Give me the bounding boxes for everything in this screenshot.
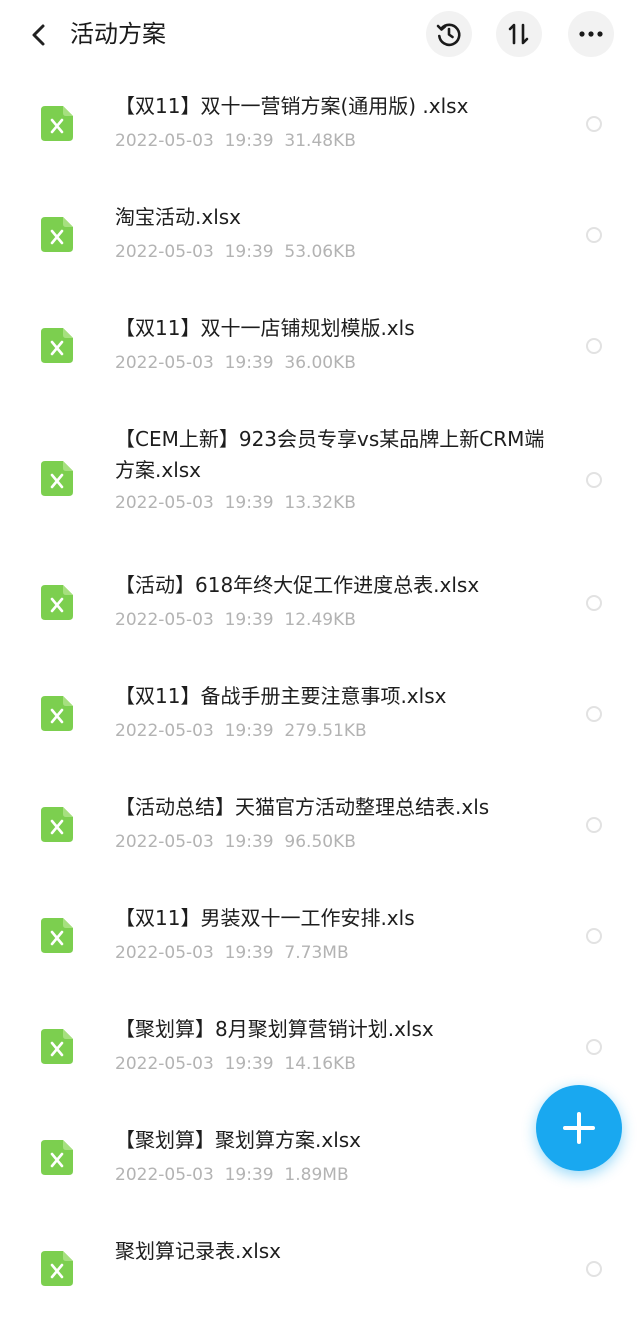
file-date: 2022-05-03 xyxy=(115,493,214,513)
file-list-item[interactable]: 【CEM上新】923会员专享vs某品牌上新CRM端方案.xlsx 2022-05-… xyxy=(0,401,640,547)
file-list-item[interactable]: 淘宝活动.xlsx 2022-05-03 19:39 53.06KB xyxy=(0,179,640,290)
excel-file-icon xyxy=(41,461,73,496)
file-list-item[interactable]: 【活动总结】天猫官方活动整理总结表.xls 2022-05-03 19:39 96… xyxy=(0,769,640,880)
file-meta: 2022-05-03 19:39 1.89MB xyxy=(115,1164,349,1186)
file-time: 19:39 xyxy=(224,721,274,741)
sort-button[interactable] xyxy=(496,11,542,57)
file-size: 13.32KB xyxy=(284,493,356,513)
file-size: 1.89MB xyxy=(284,1165,349,1185)
file-name: 【聚划算】8月聚划算营销计划.xlsx xyxy=(115,1017,434,1041)
excel-file-icon xyxy=(41,1029,73,1064)
file-size: 7.73MB xyxy=(284,943,349,963)
file-name: 【双11】备战手册主要注意事项.xlsx xyxy=(115,684,447,708)
file-name: 【双11】双十一营销方案(通用版) .xlsx xyxy=(115,94,469,118)
file-meta: 2022-05-03 19:39 14.16KB xyxy=(115,1053,356,1075)
file-date: 2022-05-03 xyxy=(115,353,214,373)
excel-file-icon xyxy=(41,328,73,363)
file-meta: 2022-05-03 19:39 13.32KB xyxy=(115,492,356,514)
file-meta: 2022-05-03 19:39 12.49KB xyxy=(115,609,356,631)
more-icon xyxy=(579,31,603,37)
file-name: 淘宝活动.xlsx xyxy=(115,205,242,229)
file-list-item[interactable]: 【双11】双十一营销方案(通用版) .xlsx 2022-05-03 19:39 … xyxy=(0,68,640,179)
file-date: 2022-05-03 xyxy=(115,1054,214,1074)
file-time: 19:39 xyxy=(224,1054,274,1074)
file-size: 53.06KB xyxy=(284,242,356,262)
file-size: 14.16KB xyxy=(284,1054,356,1074)
select-radio[interactable] xyxy=(586,595,602,611)
file-size: 31.48KB xyxy=(284,131,356,151)
top-app-bar: 活动方案 xyxy=(0,0,640,68)
file-size: 36.00KB xyxy=(284,353,356,373)
select-radio[interactable] xyxy=(586,1261,602,1277)
select-radio[interactable] xyxy=(586,817,602,833)
sort-icon xyxy=(508,23,529,45)
file-list-item[interactable]: 【双11】双十一店铺规划模版.xls 2022-05-03 19:39 36.00… xyxy=(0,290,640,401)
file-list-item[interactable]: 【聚划算】8月聚划算营销计划.xlsx 2022-05-03 19:39 14.1… xyxy=(0,991,640,1102)
excel-file-icon xyxy=(41,106,73,141)
file-name: 【双11】双十一店铺规划模版.xls xyxy=(115,316,415,340)
file-name: 聚划算记录表.xlsx xyxy=(115,1239,282,1263)
file-list-item[interactable]: 【双11】男装双十一工作安排.xls 2022-05-03 19:39 7.73M… xyxy=(0,880,640,991)
page-title: 活动方案 xyxy=(70,20,166,48)
excel-file-icon xyxy=(41,585,73,620)
file-time: 19:39 xyxy=(224,493,274,513)
file-date: 2022-05-03 xyxy=(115,131,214,151)
file-size: 279.51KB xyxy=(284,721,367,741)
chevron-left-icon xyxy=(32,24,45,46)
file-meta: 2022-05-03 19:39 53.06KB xyxy=(115,241,356,263)
excel-file-icon xyxy=(41,1251,73,1286)
file-name: 【聚划算】聚划算方案.xlsx xyxy=(115,1128,362,1152)
file-date: 2022-05-03 xyxy=(115,242,214,262)
select-radio[interactable] xyxy=(586,116,602,132)
file-time: 19:39 xyxy=(224,131,274,151)
file-date: 2022-05-03 xyxy=(115,610,214,630)
file-time: 19:39 xyxy=(224,242,274,262)
file-size: 12.49KB xyxy=(284,610,356,630)
excel-file-icon xyxy=(41,807,73,842)
file-size: 96.50KB xyxy=(284,832,356,852)
select-radio[interactable] xyxy=(586,472,602,488)
file-list-item[interactable]: 【活动】618年终大促工作进度总表.xlsx 2022-05-03 19:39 1… xyxy=(0,547,640,658)
more-button[interactable] xyxy=(568,11,614,57)
select-radio[interactable] xyxy=(586,227,602,243)
select-radio[interactable] xyxy=(586,338,602,354)
file-meta: 2022-05-03 19:39 96.50KB xyxy=(115,831,356,853)
file-meta: 2022-05-03 19:39 36.00KB xyxy=(115,352,356,374)
file-date: 2022-05-03 xyxy=(115,832,214,852)
history-button[interactable] xyxy=(426,11,472,57)
plus-icon xyxy=(563,1112,595,1144)
excel-file-icon xyxy=(41,1140,73,1175)
file-meta: 2022-05-03 19:39 279.51KB xyxy=(115,720,367,742)
back-button[interactable] xyxy=(22,18,56,52)
select-radio[interactable] xyxy=(586,706,602,722)
file-name: 【双11】男装双十一工作安排.xls xyxy=(115,906,415,930)
file-time: 19:39 xyxy=(224,353,274,373)
file-time: 19:39 xyxy=(224,832,274,852)
add-button[interactable] xyxy=(536,1085,622,1171)
file-meta: 2022-05-03 19:39 31.48KB xyxy=(115,130,356,152)
excel-file-icon xyxy=(41,217,73,252)
select-radio[interactable] xyxy=(586,928,602,944)
file-meta: 2022-05-03 19:39 7.73MB xyxy=(115,942,349,964)
history-icon xyxy=(436,23,461,47)
file-list-item[interactable]: 聚划算记录表.xlsx xyxy=(0,1213,640,1324)
file-time: 19:39 xyxy=(224,1165,274,1185)
excel-file-icon xyxy=(41,918,73,953)
file-list-item[interactable]: 【双11】备战手册主要注意事项.xlsx 2022-05-03 19:39 279… xyxy=(0,658,640,769)
file-time: 19:39 xyxy=(224,943,274,963)
excel-file-icon xyxy=(41,696,73,731)
file-time: 19:39 xyxy=(224,610,274,630)
file-name: 【活动】618年终大促工作进度总表.xlsx xyxy=(115,573,480,597)
select-radio[interactable] xyxy=(586,1039,602,1055)
file-date: 2022-05-03 xyxy=(115,1165,214,1185)
file-name: 【活动总结】天猫官方活动整理总结表.xls xyxy=(115,795,490,819)
file-date: 2022-05-03 xyxy=(115,943,214,963)
file-name: 【CEM上新】923会员专享vs某品牌上新CRM端方案.xlsx xyxy=(115,427,545,482)
file-date: 2022-05-03 xyxy=(115,721,214,741)
